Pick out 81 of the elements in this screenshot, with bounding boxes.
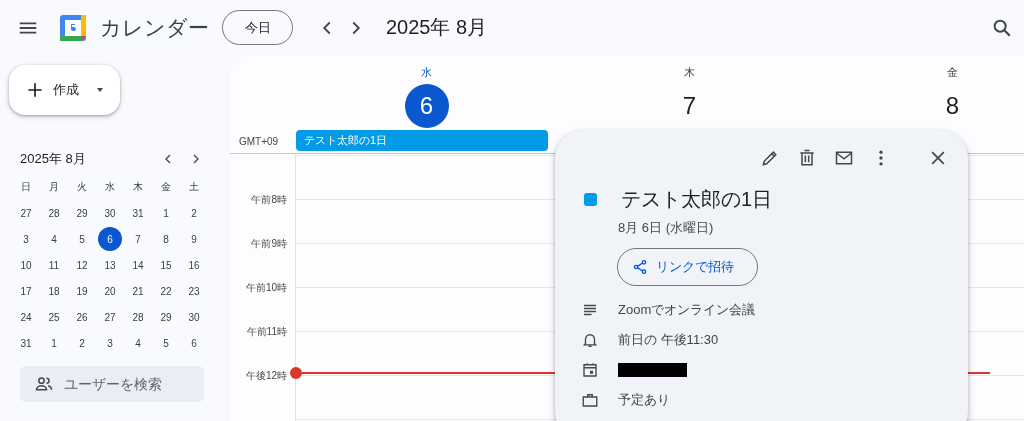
mini-calendar-title: 2025年 8月 (20, 150, 87, 168)
mini-calendar-day[interactable]: 6 (182, 331, 206, 355)
mini-calendar-day[interactable]: 15 (154, 253, 178, 277)
mini-calendar-day[interactable]: 8 (154, 227, 178, 251)
mini-calendar-day[interactable]: 21 (126, 279, 150, 303)
mini-calendar-day[interactable]: 10 (14, 253, 38, 277)
event-description: Zoomでオンライン会議 (618, 301, 756, 319)
mini-calendar-day[interactable]: 4 (126, 331, 150, 355)
mini-calendar-day[interactable]: 1 (42, 331, 66, 355)
mini-calendar-day[interactable]: 30 (182, 305, 206, 329)
weekday-label: 火 (76, 180, 88, 194)
mini-calendar-day[interactable]: 28 (126, 305, 150, 329)
people-search-field[interactable]: ユーザーを検索 (20, 366, 204, 402)
mini-calendar-day[interactable]: 19 (70, 279, 94, 303)
mini-calendar-day[interactable]: 30 (98, 201, 122, 225)
hour-label: 午前9時 (250, 237, 287, 251)
mini-calendar-day[interactable]: 22 (154, 279, 178, 303)
mini-calendar-day[interactable]: 5 (154, 331, 178, 355)
edit-icon[interactable] (760, 148, 780, 168)
weekday-label: 金 (160, 180, 172, 194)
mini-calendar-day[interactable]: 11 (42, 253, 66, 277)
mini-calendar-day[interactable]: 24 (14, 305, 38, 329)
mini-calendar-day[interactable]: 26 (70, 305, 94, 329)
redacted-block (618, 363, 687, 377)
hour-label: 午前10時 (244, 281, 287, 295)
mini-calendar-day[interactable]: 29 (154, 305, 178, 329)
mini-calendar-day[interactable]: 2 (70, 331, 94, 355)
mini-calendar-day[interactable]: 31 (126, 201, 150, 225)
weekday-label: 木 (132, 180, 144, 194)
mini-calendar-day[interactable]: 23 (182, 279, 206, 303)
mini-calendar-day[interactable]: 17 (14, 279, 38, 303)
weekday-label: 木 (684, 65, 695, 80)
hour-label: 午前11時 (245, 325, 287, 339)
mini-calendar-day[interactable]: 5 (70, 227, 94, 251)
mini-calendar-day[interactable]: 27 (14, 201, 38, 225)
weekday-label: 水 (104, 180, 116, 194)
mini-calendar-day[interactable]: 25 (42, 305, 66, 329)
trash-icon[interactable] (797, 148, 817, 168)
mini-calendar-day[interactable]: 6 (98, 227, 122, 251)
mini-calendar-day[interactable]: 1 (154, 201, 178, 225)
mini-calendar-day[interactable]: 4 (42, 227, 66, 251)
mini-calendar-day[interactable]: 9 (182, 227, 206, 251)
mini-calendar-day[interactable]: 3 (98, 331, 122, 355)
mini-calendar-day[interactable]: 2 (182, 201, 206, 225)
mini-calendar-day[interactable]: 27 (98, 305, 122, 329)
day-number[interactable]: 7 (667, 84, 712, 128)
weekday-label: 金 (947, 65, 958, 80)
timezone-label: GMT+09 (238, 135, 280, 149)
share-icon[interactable] (632, 259, 648, 275)
event-title: テスト太郎の1日 (621, 187, 773, 212)
hour-label: 午前8時 (250, 193, 287, 207)
mini-calendar-day[interactable]: 3 (14, 227, 38, 251)
mini-calendar-day[interactable]: 13 (98, 253, 122, 277)
mini-calendar-day[interactable]: 31 (14, 331, 38, 355)
mini-calendar-day[interactable]: 16 (182, 253, 206, 277)
briefcase-icon (581, 391, 599, 409)
mini-calendar-day[interactable]: 18 (42, 279, 66, 303)
create-button[interactable]: 作成 (9, 65, 120, 115)
mail-icon[interactable] (834, 148, 854, 168)
reminder-text: 前日の 午後11:30 (618, 331, 719, 349)
mini-calendar-day[interactable]: 20 (98, 279, 122, 303)
app-title: カレンダー (100, 14, 210, 41)
mini-calendar-day[interactable]: 29 (70, 201, 94, 225)
calendar-logo-icon (58, 12, 88, 43)
mini-calendar-day[interactable]: 28 (42, 201, 66, 225)
availability-text: 予定あり (618, 391, 670, 409)
mini-calendar-day[interactable]: 12 (70, 253, 94, 277)
day-number[interactable]: 6 (404, 84, 449, 128)
mini-calendar-day[interactable]: 14 (126, 253, 150, 277)
bell-icon (581, 331, 599, 349)
weekday-label: 月 (48, 180, 60, 194)
hour-label: 午後12時 (244, 369, 287, 383)
calendar-icon (581, 361, 599, 379)
weekday-label: 水 (421, 65, 432, 80)
day-number[interactable]: 8 (930, 84, 975, 128)
event-date: 8月 6日 (水曜日) (618, 219, 715, 237)
period-title: 2025年 8月 (386, 15, 488, 40)
weekday-label: 日 (20, 180, 32, 194)
plus-icon[interactable] (25, 80, 45, 100)
weekday-label: 土 (188, 180, 200, 194)
mini-calendar-day[interactable]: 7 (126, 227, 150, 251)
